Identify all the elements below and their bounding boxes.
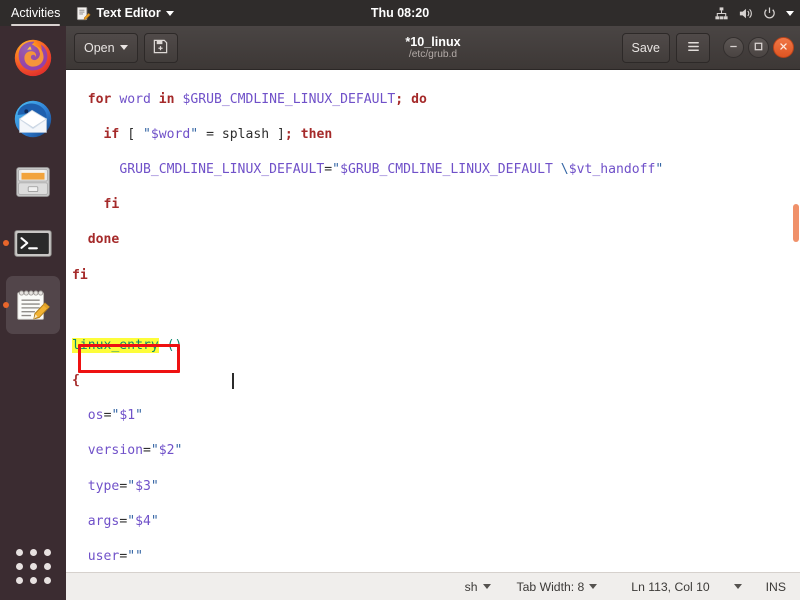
language-label: sh	[464, 579, 478, 594]
code-line: {	[72, 373, 80, 389]
search-highlight: linux_entry	[72, 337, 159, 353]
dock-item-files[interactable]	[0, 150, 66, 212]
cursor-position[interactable]: Ln 113, Col 10	[627, 573, 713, 600]
source-editor[interactable]: for word in $GRUB_CMDLINE_LINUX_DEFAULT;…	[66, 70, 800, 572]
document-path: /etc/grub.d	[408, 49, 458, 60]
cursor-position-dropdown[interactable]	[730, 573, 746, 600]
dock-item-terminal[interactable]	[0, 212, 66, 274]
show-applications-button[interactable]	[0, 540, 66, 592]
files-icon	[10, 158, 56, 204]
power-icon[interactable]	[762, 6, 777, 21]
chevron-down-icon[interactable]	[786, 10, 794, 16]
header-bar-right: Save	[621, 32, 794, 63]
chevron-down-icon	[119, 45, 128, 50]
close-icon	[778, 39, 789, 57]
language-selector[interactable]: sh	[461, 573, 495, 600]
open-button[interactable]: Open	[74, 32, 138, 63]
minimize-icon	[728, 39, 739, 57]
terminal-icon	[10, 220, 56, 266]
code-line: version="$2"	[87, 443, 183, 459]
text-cursor	[232, 373, 234, 389]
system-indicators[interactable]	[714, 0, 794, 26]
maximize-icon	[753, 39, 764, 57]
save-button-label: Save	[631, 40, 661, 55]
close-button[interactable]	[773, 37, 794, 58]
firefox-icon	[10, 34, 56, 80]
gnome-top-bar: Activities Text Editor Thu 08:20	[0, 0, 800, 26]
editor-scrollbar[interactable]	[792, 70, 800, 572]
scrollbar-thumb[interactable]	[793, 204, 799, 242]
tab-width-label: Tab Width: 8	[516, 579, 585, 594]
running-indicator-terminal	[3, 240, 9, 246]
code-view[interactable]: for word in $GRUB_CMDLINE_LINUX_DEFAULT;…	[72, 73, 798, 572]
code-line: if [ "$word" = splash ]; then	[103, 126, 333, 142]
chevron-down-icon	[165, 10, 174, 16]
code-line: user=""	[87, 549, 143, 565]
document-title: *10_linux	[405, 35, 461, 49]
header-bar: Open *10_linux /etc/grub.d Save	[66, 26, 800, 70]
window-controls	[723, 37, 794, 58]
app-menu-label: Text Editor	[96, 6, 161, 20]
code-line: os="$1"	[87, 408, 144, 424]
save-as-icon	[152, 38, 169, 58]
dock-item-firefox[interactable]	[0, 26, 66, 88]
maximize-button[interactable]	[748, 37, 769, 58]
main-menu-button[interactable]	[676, 32, 710, 63]
text-editor-dock-icon	[10, 282, 56, 328]
text-editor-window: Open *10_linux /etc/grub.d Save for word…	[66, 26, 800, 600]
save-button[interactable]: Save	[621, 32, 670, 63]
running-indicator-text-editor	[3, 302, 9, 308]
dock	[0, 26, 66, 600]
activities-button[interactable]: Activities	[0, 0, 70, 26]
code-line: fi	[103, 197, 120, 213]
apps-grid-icon	[15, 548, 51, 584]
dock-item-thunderbird[interactable]	[0, 88, 66, 150]
chevron-down-icon	[733, 584, 742, 589]
hamburger-menu-icon	[686, 39, 701, 57]
chevron-down-icon	[482, 584, 491, 589]
code-line: type="$3"	[87, 478, 159, 494]
code-line: for word in $GRUB_CMDLINE_LINUX_DEFAULT;…	[87, 91, 427, 107]
code-line: fi	[72, 267, 88, 283]
open-button-label: Open	[84, 40, 115, 55]
thunderbird-icon	[10, 96, 56, 142]
activities-label: Activities	[11, 6, 61, 20]
app-menu-button[interactable]: Text Editor	[70, 0, 179, 26]
chevron-down-icon	[589, 584, 598, 589]
save-as-button[interactable]	[143, 32, 178, 63]
insert-mode-label: INS	[765, 579, 786, 594]
code-line: args="$4"	[87, 513, 159, 529]
code-line: linux_entry ()	[72, 337, 183, 353]
code-line: GRUB_CMDLINE_LINUX_DEFAULT="$GRUB_CMDLIN…	[72, 161, 664, 177]
volume-icon[interactable]	[738, 6, 753, 21]
cursor-position-label: Ln 113, Col 10	[631, 579, 710, 594]
clock-label: Thu 08:20	[370, 6, 430, 20]
status-bar: sh Tab Width: 8 Ln 113, Col 10 INS	[66, 572, 800, 600]
dock-item-text-editor[interactable]	[0, 274, 66, 336]
insert-mode-indicator[interactable]: INS	[762, 573, 790, 600]
text-editor-icon	[76, 6, 91, 21]
network-icon[interactable]	[714, 6, 729, 21]
minimize-button[interactable]	[723, 37, 744, 58]
code-line: done	[87, 232, 120, 248]
tab-width-selector[interactable]: Tab Width: 8	[513, 573, 602, 600]
